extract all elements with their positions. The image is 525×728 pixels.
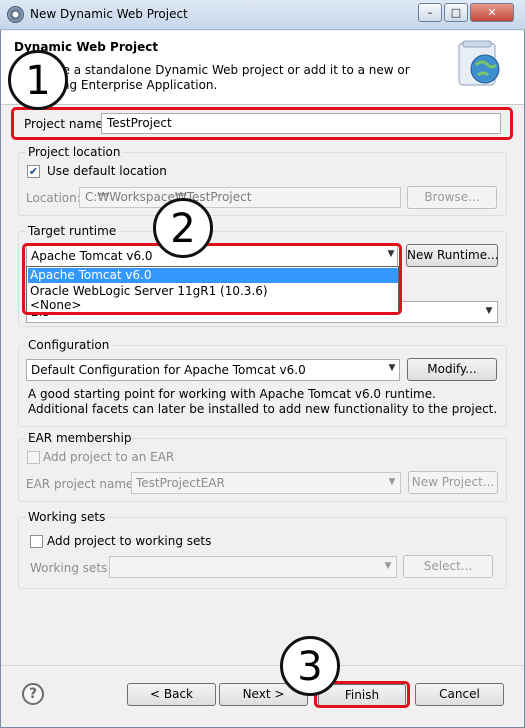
add-to-ear-label: Add project to an EAR <box>43 450 175 464</box>
location-label: Location: <box>26 191 81 205</box>
new-runtime-button[interactable]: New Runtime... <box>406 244 499 267</box>
step-badge-3: 3 <box>280 636 340 696</box>
configuration-description: A good starting point for working with A… <box>28 387 498 416</box>
chevron-down-icon[interactable]: ▼ <box>381 561 395 571</box>
new-ear-project-button[interactable]: New Project... <box>408 471 498 494</box>
working-sets-group <box>18 517 507 589</box>
window-title: New Dynamic Web Project <box>30 7 188 21</box>
cancel-button[interactable]: Cancel <box>415 683 504 706</box>
ear-membership-title: EAR membership <box>26 431 134 445</box>
browse-button[interactable]: Browse... <box>407 186 497 209</box>
maximize-icon[interactable]: □ <box>444 3 468 22</box>
target-runtime-title: Target runtime <box>26 224 119 238</box>
ear-project-name-label: EAR project name: <box>26 477 138 491</box>
web-project-wizard-icon <box>458 40 500 86</box>
configuration-selected: Default Configuration for Apache Tomcat … <box>31 363 306 377</box>
chevron-down-icon[interactable]: ▼ <box>385 363 399 373</box>
use-default-location-label: Use default location <box>47 164 167 178</box>
project-location-title: Project location <box>26 145 123 159</box>
use-default-location-checkbox[interactable]: ✔ <box>27 165 40 178</box>
add-to-working-sets-label: Add project to working sets <box>47 534 212 548</box>
close-icon[interactable]: ✕ <box>470 3 514 22</box>
add-to-ear-checkbox[interactable] <box>27 451 40 464</box>
configuration-title: Configuration <box>26 338 112 352</box>
working-sets-select[interactable] <box>109 556 397 578</box>
chevron-down-icon[interactable]: ▼ <box>482 306 496 316</box>
configuration-select[interactable]: Default Configuration for Apache Tomcat … <box>26 359 400 381</box>
ear-project-value: TestProjectEAR <box>136 476 225 490</box>
highlight-target-runtime <box>22 243 402 315</box>
add-to-working-sets-checkbox[interactable] <box>30 535 43 548</box>
location-input[interactable]: C:₩Workspace₩TestProject <box>79 187 401 208</box>
modify-button[interactable]: Modify... <box>407 358 497 381</box>
minimize-icon[interactable]: – <box>418 3 442 22</box>
footer-divider <box>1 665 524 666</box>
help-icon[interactable]: ? <box>22 683 44 705</box>
step-badge-1: 1 <box>8 50 68 110</box>
chevron-down-icon[interactable]: ▼ <box>385 477 399 487</box>
highlight-project-name <box>11 107 513 140</box>
working-sets-label: Working sets: <box>30 561 112 575</box>
select-working-sets-button[interactable]: Select... <box>403 555 493 578</box>
page-description: Create a standalone Dynamic Web project … <box>30 63 410 92</box>
working-sets-title: Working sets <box>26 510 108 524</box>
eclipse-icon <box>7 6 24 23</box>
back-button[interactable]: < Back <box>127 683 216 706</box>
ear-project-select[interactable]: TestProjectEAR <box>131 472 401 494</box>
step-badge-2: 2 <box>153 198 213 258</box>
